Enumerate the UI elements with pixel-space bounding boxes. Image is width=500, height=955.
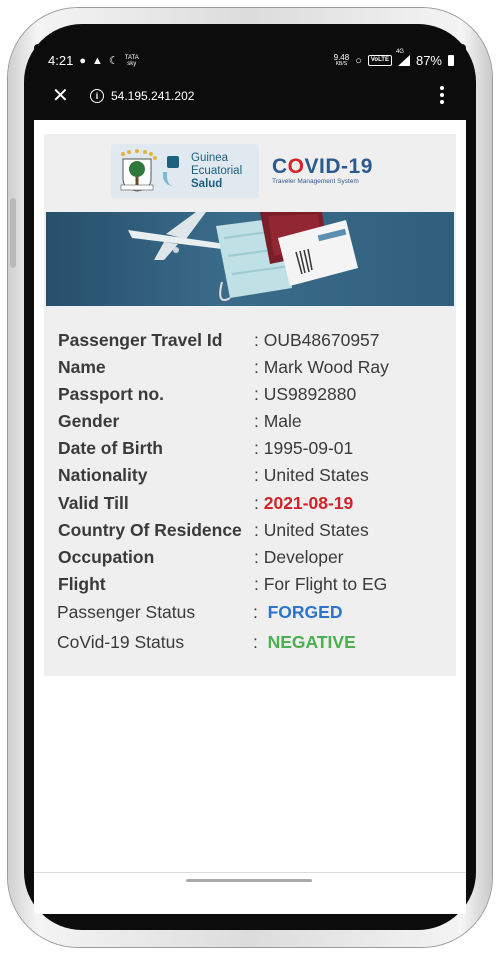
valid-till-value: 2021-08-19 xyxy=(263,493,354,513)
status-value: : NEGATIVE xyxy=(253,632,356,652)
detail-label: Passenger Travel Id xyxy=(58,330,223,350)
status-label: Passenger Status xyxy=(57,602,196,622)
ministry-logo: Guinea Ecuatorial Salud xyxy=(111,144,259,198)
status-bar: 4:21 ● ▲ ☾ TATA sky 9.48 KB/S ○ VoLTE 4G… xyxy=(34,44,466,76)
moon-icon: ☾ xyxy=(108,55,119,67)
detail-value: : Mark Wood Ray xyxy=(254,357,389,377)
volte-icon: VoLTE xyxy=(367,55,392,66)
clock: 4:21 xyxy=(48,53,74,68)
signal-icon: 4G xyxy=(396,49,410,66)
detail-value: : 1995-09-01 xyxy=(254,438,354,458)
detail-value: : United States xyxy=(254,520,369,540)
flight-value: For Flight to EG xyxy=(263,574,388,594)
close-icon[interactable]: ✕ xyxy=(52,86,69,106)
ministry-name: Guinea Ecuatorial Salud xyxy=(191,152,242,191)
network-speed: 9.48 KB/S xyxy=(334,54,350,67)
covid-status-badge: NEGATIVE xyxy=(267,632,356,652)
detail-value: : OUB48670957 xyxy=(254,330,380,350)
battery-percent: 87% xyxy=(415,53,442,68)
covid-subtitle: Traveler Management System xyxy=(272,178,359,185)
salud-mark-icon xyxy=(167,156,179,168)
brand-line-1: Guinea xyxy=(191,152,229,164)
status-label: CoVid-19 Status xyxy=(57,632,185,652)
detail-label: Valid Till xyxy=(58,493,129,513)
covid-title: COVID-19 xyxy=(272,156,373,178)
detail-value: : United States xyxy=(254,465,369,485)
detail-label: Gender xyxy=(58,411,120,431)
detail-label: Date of Birth xyxy=(58,438,163,458)
carrier-icon: TATA sky xyxy=(125,55,139,67)
name-value: Mark Wood Ray xyxy=(263,357,389,377)
detail-value: : 2021-08-19 xyxy=(254,493,354,513)
more-vert-icon[interactable] xyxy=(440,86,444,104)
detail-value: : Male xyxy=(254,411,302,431)
status-value: : FORGED xyxy=(253,602,343,622)
url-text[interactable]: 54.195.241.202 xyxy=(111,89,194,103)
detail-label: Country Of Residence xyxy=(58,520,242,540)
dob-value: 1995-09-01 xyxy=(263,438,354,458)
detail-label: Nationality xyxy=(58,465,148,485)
volume-button xyxy=(10,198,16,268)
detail-value: : Developer xyxy=(254,547,344,567)
passenger-status-badge: FORGED xyxy=(267,602,343,622)
coat-of-arms-icon xyxy=(120,149,157,192)
brand-line-3: Salud xyxy=(191,178,223,190)
detail-value: : For Flight to EG xyxy=(254,574,388,594)
residence-value: United States xyxy=(263,520,369,540)
travel-id-value: OUB48670957 xyxy=(263,330,380,350)
covid-title-o: O xyxy=(287,155,305,178)
travel-banner-image xyxy=(46,212,454,306)
airplane-icon xyxy=(128,212,230,260)
nationality-value: United States xyxy=(263,465,369,485)
covid-title-c: C xyxy=(272,155,288,178)
traveler-card: Guinea Ecuatorial Salud COVID-19 Travele… xyxy=(44,134,456,676)
detail-label: Passport no. xyxy=(58,384,164,404)
network-type: 4G xyxy=(395,49,404,55)
info-icon[interactable]: i xyxy=(90,89,104,103)
home-gesture-bar[interactable] xyxy=(186,879,312,882)
nav-divider xyxy=(34,872,466,873)
phone-screen: 4:21 ● ▲ ☾ TATA sky 9.48 KB/S ○ VoLTE 4G… xyxy=(34,44,466,914)
occupation-value: Developer xyxy=(263,547,344,567)
covid-title-rest: VID-19 xyxy=(304,155,373,178)
browser-toolbar: ✕ i 54.195.241.202 xyxy=(34,76,466,120)
detail-label: Occupation xyxy=(58,547,155,567)
salud-swoosh-icon xyxy=(163,172,181,186)
message-icon: ● xyxy=(79,54,86,67)
alarm-icon: ○ xyxy=(355,54,362,67)
speed-unit: KB/S xyxy=(335,61,348,67)
detail-label: Name xyxy=(58,357,106,377)
brand-line-2: Ecuatorial xyxy=(191,165,243,177)
detail-label: Flight xyxy=(58,574,106,594)
passport-value: US9892880 xyxy=(263,384,357,404)
covid-logo: COVID-19 Traveler Management System xyxy=(272,156,373,186)
detail-value: : US9892880 xyxy=(254,384,357,404)
notification-bell-icon: ▲ xyxy=(91,54,103,67)
battery-icon xyxy=(448,55,454,66)
gender-value: Male xyxy=(263,411,302,431)
carrier-bottom-text: sky xyxy=(127,60,137,67)
